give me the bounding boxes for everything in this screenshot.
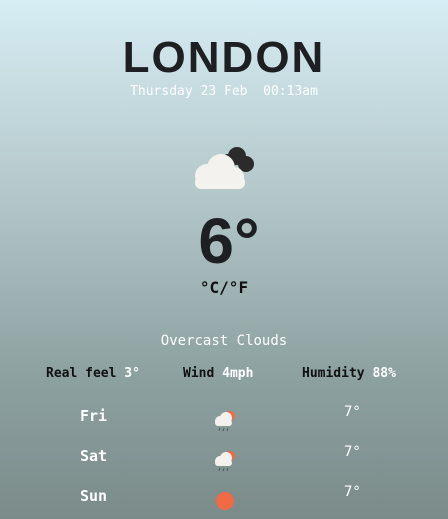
wind-stat: Wind 4mph — [183, 366, 253, 381]
weather-description: Overcast Clouds — [160, 333, 288, 349]
forecast-row-fri: Fri 7° — [0, 398, 448, 438]
forecast-temp: 7° — [344, 404, 361, 420]
humidity-label: Humidity — [302, 366, 365, 381]
rain-cloud-sun-icon — [215, 451, 235, 472]
forecast-day: Sat — [80, 447, 108, 465]
real-feel-stat: Real feel 3° — [46, 366, 140, 381]
sun-icon — [216, 492, 234, 510]
real-feel-label: Real feel — [46, 366, 117, 381]
forecast-temp: 7° — [344, 484, 361, 500]
forecast-day: Fri — [80, 407, 108, 425]
wind-value: 4mph — [222, 366, 254, 381]
wind-label: Wind — [183, 366, 215, 381]
unit-toggle-button[interactable]: °C/°F — [0, 278, 448, 297]
humidity-value: 88% — [372, 366, 396, 381]
overcast-clouds-icon — [195, 147, 254, 189]
rain-cloud-sun-icon — [215, 411, 235, 432]
forecast-day: Sun — [80, 487, 108, 505]
forecast-row-sat: Sat 7° — [0, 438, 448, 478]
temperature-value: 6° — [198, 205, 260, 277]
forecast-list: Fri 7° Sat 7° Sun 7° — [0, 398, 448, 518]
weather-stats: Real feel 3° Wind 4mph Humidity 88% — [0, 366, 448, 384]
current-temperature: 6° — [0, 204, 448, 278]
real-feel-value: 3° — [124, 366, 140, 381]
forecast-row-sun: Sun 7° — [0, 478, 448, 518]
humidity-stat: Humidity 88% — [302, 366, 396, 381]
forecast-temp: 7° — [344, 444, 361, 460]
city-name: LONDON — [122, 33, 326, 82]
date-time: Thursday 23 Feb 00:13am — [130, 84, 318, 99]
